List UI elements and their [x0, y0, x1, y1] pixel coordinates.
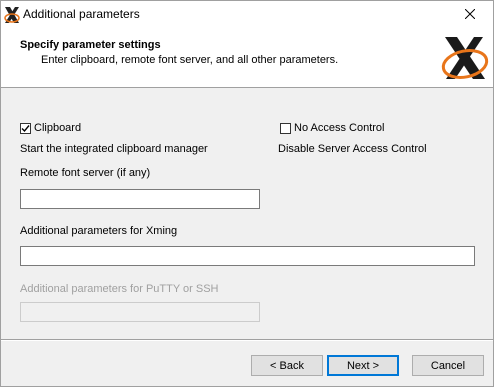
no-access-control-description: Disable Server Access Control [278, 143, 427, 155]
header-subtitle: Enter clipboard, remote font server, and… [41, 54, 339, 66]
cancel-button[interactable]: Cancel [412, 355, 484, 376]
footer-separator [1, 339, 493, 341]
close-icon [464, 8, 476, 22]
clipboard-checkbox[interactable]: Clipboard [20, 121, 81, 135]
no-access-control-label: No Access Control [294, 122, 385, 134]
wizard-header: Specify parameter settings Enter clipboa… [1, 30, 493, 88]
window-title: Additional parameters [23, 7, 140, 21]
putty-params-label: Additional parameters for PuTTY or SSH [20, 283, 219, 295]
no-access-control-checkbox[interactable]: No Access Control [280, 121, 384, 135]
xming-params-input[interactable] [20, 246, 475, 266]
xming-x-icon [4, 6, 20, 24]
putty-params-input [20, 302, 260, 322]
font-server-label: Remote font server (if any) [20, 167, 151, 179]
back-button[interactable]: < Back [251, 355, 323, 376]
close-button[interactable] [447, 1, 493, 30]
xming-x-logo [439, 33, 491, 83]
xming-params-label: Additional parameters for Xming [20, 225, 178, 237]
no-access-control-checkbox-box[interactable] [280, 122, 291, 134]
dialog-window: Additional parameters Specify parameter … [0, 0, 494, 387]
clipboard-description: Start the integrated clipboard manager [20, 143, 208, 155]
font-server-input[interactable] [20, 189, 260, 209]
title-bar: Additional parameters [1, 1, 493, 30]
next-button[interactable]: Next > [327, 355, 399, 376]
clipboard-checkbox-box[interactable] [20, 122, 31, 134]
header-title: Specify parameter settings [20, 39, 161, 51]
clipboard-label: Clipboard [34, 122, 82, 134]
